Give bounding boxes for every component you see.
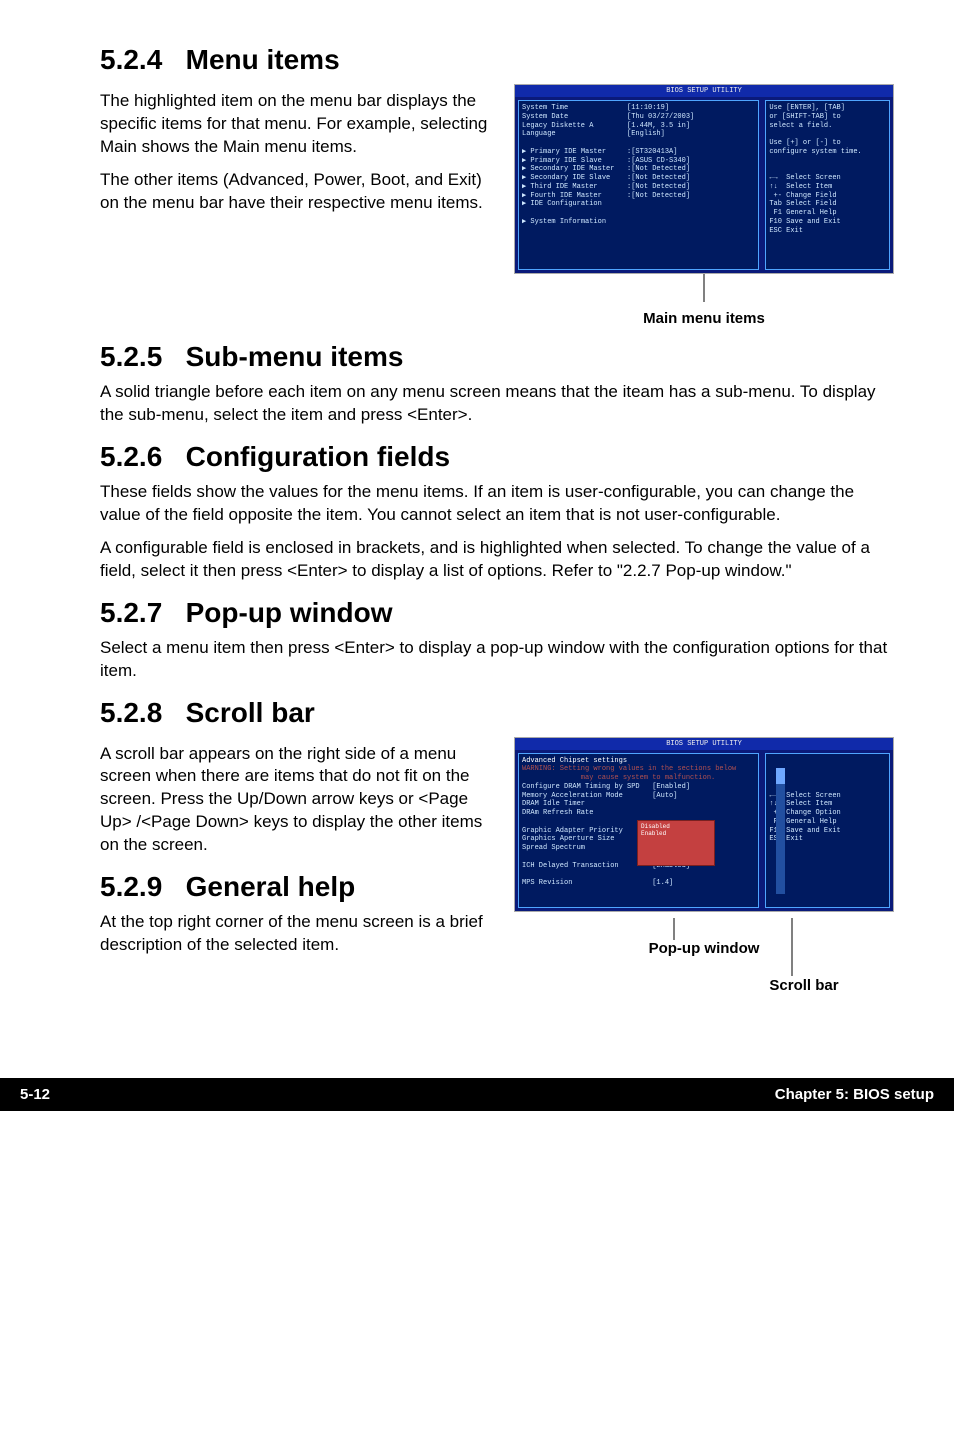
bios-popup-box: DisabledEnabled bbox=[637, 820, 715, 866]
figure-popup: BIOS SETUP UTILITY Advanced Chipset sett… bbox=[514, 737, 894, 1008]
heading-title: Scroll bar bbox=[186, 697, 315, 728]
page-content: 5.2.4 Menu items The highlighted item on… bbox=[0, 0, 954, 1038]
heading-526: 5.2.6 Configuration fields bbox=[100, 441, 894, 473]
heading-title: General help bbox=[186, 871, 356, 902]
pointer-line bbox=[694, 274, 714, 302]
para: Select a menu item then press <Enter> to… bbox=[100, 637, 894, 683]
heading-num: 5.2.9 bbox=[100, 871, 162, 902]
heading-num: 5.2.4 bbox=[100, 44, 162, 75]
row-524: The highlighted item on the menu bar dis… bbox=[100, 84, 894, 327]
heading-528: 5.2.8 Scroll bar bbox=[100, 697, 894, 729]
heading-title: Configuration fields bbox=[186, 441, 450, 472]
bios-right-panel: Use [ENTER], [TAB]or [SHIFT-TAB] toselec… bbox=[765, 100, 890, 270]
heading-529: 5.2.9 General help bbox=[100, 871, 498, 903]
caption-main-menu: Main menu items bbox=[514, 310, 894, 327]
row-528: A scroll bar appears on the right side o… bbox=[100, 737, 894, 1008]
bios-scroll-thumb bbox=[776, 768, 785, 784]
para: The other items (Advanced, Power, Boot, … bbox=[100, 169, 498, 215]
bios-titlebar: BIOS SETUP UTILITY bbox=[515, 85, 893, 97]
bios-screenshot-main: BIOS SETUP UTILITY System Time [11:10:19… bbox=[514, 84, 894, 274]
heading-num: 5.2.7 bbox=[100, 597, 162, 628]
figure-main-menu: BIOS SETUP UTILITY System Time [11:10:19… bbox=[514, 84, 894, 327]
heading-num: 5.2.8 bbox=[100, 697, 162, 728]
para: A scroll bar appears on the right side o… bbox=[100, 743, 498, 858]
para: At the top right corner of the menu scre… bbox=[100, 911, 498, 957]
para: A configurable field is enclosed in brac… bbox=[100, 537, 894, 583]
heading-525: 5.2.5 Sub-menu items bbox=[100, 341, 894, 373]
bios-body: System Time [11:10:19]System Date [Thu 0… bbox=[515, 97, 893, 273]
caption-popup: Pop-up window bbox=[649, 940, 760, 957]
text-col-528: A scroll bar appears on the right side o… bbox=[100, 737, 498, 968]
para: A solid triangle before each item on any… bbox=[100, 381, 894, 427]
text-col-524: The highlighted item on the menu bar dis… bbox=[100, 84, 498, 225]
heading-num: 5.2.6 bbox=[100, 441, 162, 472]
footer-page-number: 5-12 bbox=[20, 1086, 50, 1103]
bios-screenshot-popup: BIOS SETUP UTILITY Advanced Chipset sett… bbox=[514, 737, 894, 912]
heading-title: Pop-up window bbox=[186, 597, 393, 628]
footer-chapter: Chapter 5: BIOS setup bbox=[775, 1086, 934, 1103]
bios-titlebar: BIOS SETUP UTILITY bbox=[515, 738, 893, 750]
heading-title: Menu items bbox=[186, 44, 340, 75]
bios-left-panel: System Time [11:10:19]System Date [Thu 0… bbox=[518, 100, 759, 270]
para: The highlighted item on the menu bar dis… bbox=[100, 90, 498, 159]
heading-524: 5.2.4 Menu items bbox=[100, 44, 894, 76]
caption-wrap: Pop-up window Scroll bar bbox=[514, 918, 894, 1008]
heading-527: 5.2.7 Pop-up window bbox=[100, 597, 894, 629]
para: These fields show the values for the men… bbox=[100, 481, 894, 527]
heading-title: Sub-menu items bbox=[186, 341, 404, 372]
page-footer: 5-12 Chapter 5: BIOS setup bbox=[0, 1078, 954, 1111]
caption-scrollbar: Scroll bar bbox=[769, 977, 838, 994]
heading-num: 5.2.5 bbox=[100, 341, 162, 372]
leader-lines: Pop-up window Scroll bar bbox=[514, 918, 894, 1003]
bios-scrollbar bbox=[776, 768, 785, 894]
